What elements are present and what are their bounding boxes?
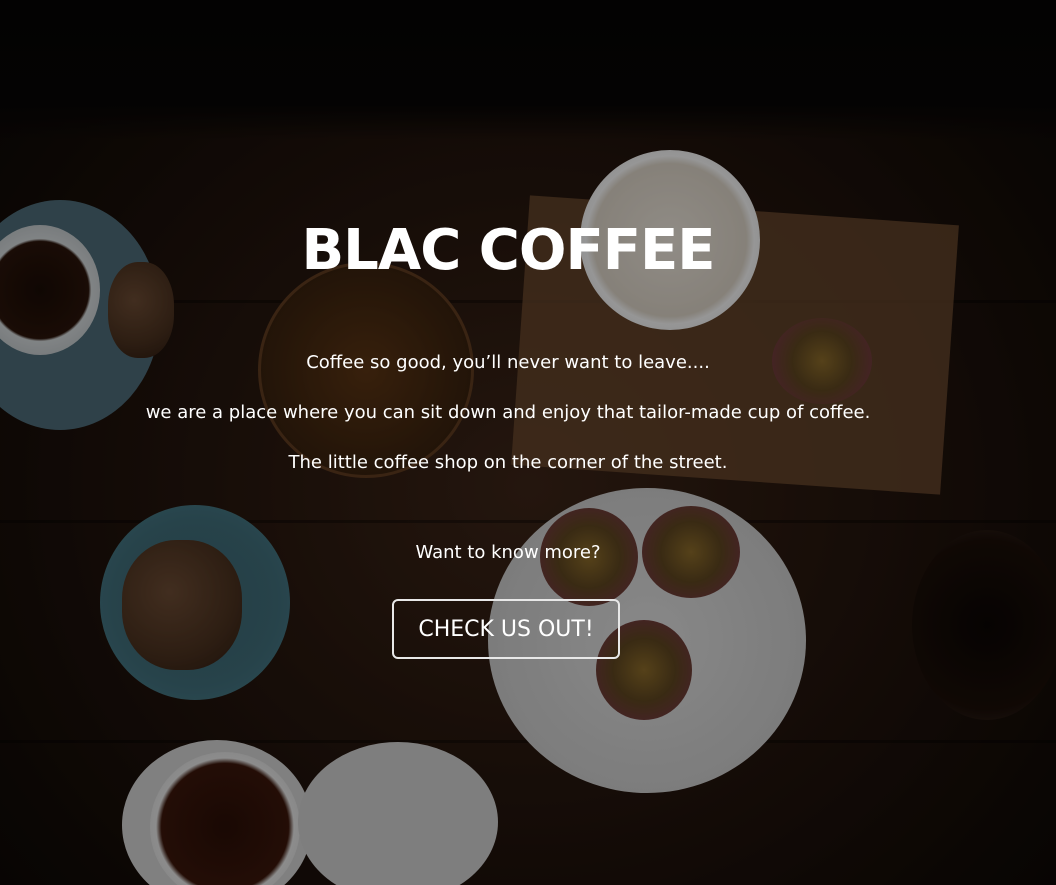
- check-us-out-button[interactable]: CHECK US OUT!: [392, 599, 620, 659]
- prompt-text: Want to know more?: [415, 542, 601, 563]
- description: we are a place where you can sit down an…: [145, 402, 871, 423]
- tagline: Coffee so good, you’ll never want to lea…: [306, 352, 710, 373]
- hero-section: BLAC COFFEE Coffee so good, you’ll never…: [0, 0, 1056, 885]
- page-title: BLAC COFFEE: [301, 218, 715, 283]
- hero-content: BLAC COFFEE Coffee so good, you’ll never…: [0, 0, 1056, 885]
- location-text: The little coffee shop on the corner of …: [288, 452, 728, 473]
